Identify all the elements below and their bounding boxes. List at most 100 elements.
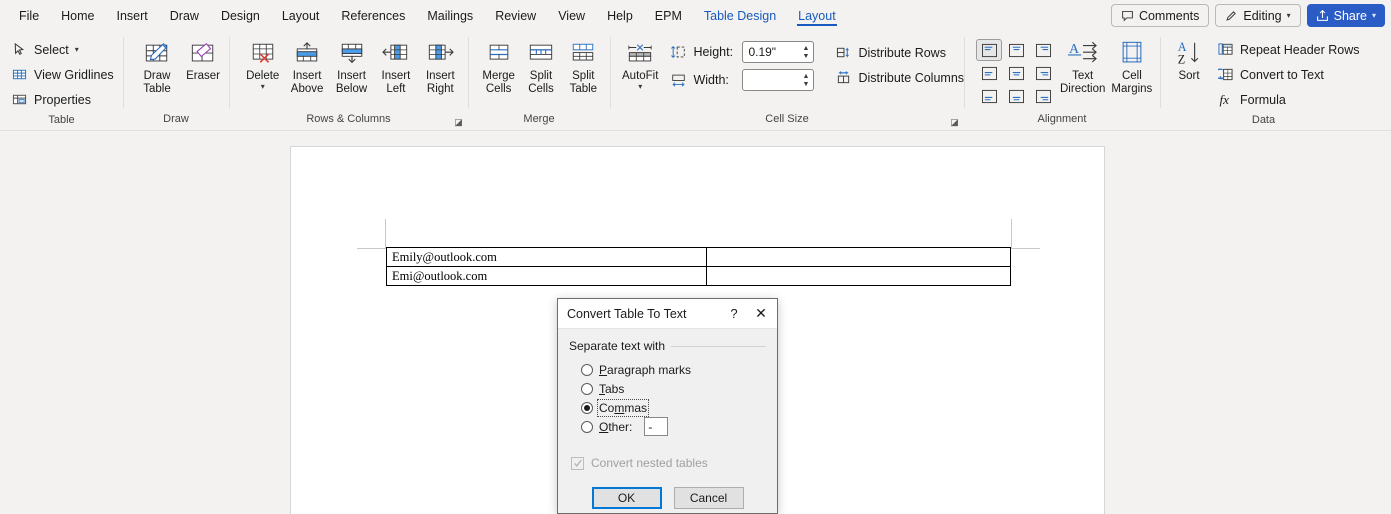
select-label: Select — [34, 42, 69, 57]
chevron-down-icon: ▾ — [74, 44, 79, 54]
option-label-tabs: Tabs — [599, 381, 625, 396]
tab-review[interactable]: Review — [484, 4, 547, 28]
cell-width-input[interactable]: ▲ ▼ — [742, 69, 815, 91]
cell-height-input[interactable]: 0.19" ▲ ▼ — [742, 41, 815, 63]
table-row[interactable]: Emi@outlook.com — [386, 266, 1011, 286]
tab-mailings[interactable]: Mailings — [416, 4, 484, 28]
option-label-other: Other: — [599, 419, 633, 434]
option-tabs[interactable]: Tabs — [569, 379, 766, 398]
tab-draw[interactable]: Draw — [159, 4, 210, 28]
tab-help[interactable]: Help — [596, 4, 644, 28]
repeat-header-rows-button[interactable]: Repeat Header Rows — [1212, 38, 1365, 61]
align-bottom-left-button[interactable] — [976, 85, 1002, 107]
formula-label: Formula — [1240, 92, 1286, 107]
cell-height-value: 0.19" — [748, 45, 777, 59]
convert-to-text-icon — [1217, 66, 1234, 83]
radio-other[interactable] — [581, 420, 593, 433]
align-top-center-button[interactable] — [1003, 39, 1029, 61]
comments-button[interactable]: Comments — [1110, 4, 1210, 27]
insert-left-button[interactable]: Insert Left — [374, 35, 417, 96]
ribbon-group-alignment: A Text Direction Cell Margins Alignment — [964, 31, 1160, 130]
cell-height-spinner[interactable]: ▲ ▼ — [803, 43, 810, 61]
align-middle-center-button[interactable] — [1003, 62, 1029, 84]
group-label-rows-columns: Rows & Columns — [306, 113, 391, 125]
option-commas[interactable]: Commas — [569, 398, 766, 417]
margin-mark-top-right-vertical — [1011, 219, 1012, 249]
margin-mark-top-left-vertical — [385, 219, 386, 249]
cancel-button[interactable]: Cancel — [673, 487, 744, 509]
column-width-icon — [668, 71, 688, 89]
radio-commas[interactable] — [581, 401, 593, 414]
cell-width-spinner[interactable]: ▲ ▼ — [803, 71, 810, 89]
comment-icon — [1121, 9, 1134, 22]
convert-nested-tables-label: Convert nested tables — [591, 456, 708, 470]
text-direction-label: Text Direction — [1060, 70, 1106, 95]
share-icon — [1316, 9, 1329, 22]
table-cell-email[interactable]: Emi@outlook.com — [386, 266, 707, 286]
tab-insert[interactable]: Insert — [106, 4, 159, 28]
cell-margins-button[interactable]: Cell Margins — [1109, 35, 1154, 96]
text-direction-button[interactable]: A Text Direction — [1058, 35, 1107, 96]
svg-text:fx: fx — [1219, 92, 1229, 107]
table-properties-button[interactable]: Properties — [6, 88, 119, 111]
split-cells-button[interactable]: Split Cells — [520, 35, 561, 96]
ribbon: Select ▾ View Gridlines Properties Table… — [0, 31, 1391, 131]
insert-above-button[interactable]: Insert Above — [285, 35, 328, 96]
tab-view[interactable]: View — [547, 4, 596, 28]
eraser-button[interactable]: Eraser — [183, 35, 223, 83]
convert-to-text-button[interactable]: Convert to Text — [1212, 63, 1365, 86]
autofit-button[interactable]: AutoFit ▾ — [620, 35, 660, 91]
align-bottom-right-button[interactable] — [1030, 85, 1056, 107]
distribute-columns-button[interactable]: Distribute Columns — [830, 66, 969, 89]
distribute-rows-icon — [835, 44, 852, 61]
formula-button[interactable]: fx Formula — [1212, 88, 1365, 111]
table-row[interactable]: Emily@outlook.com — [386, 247, 1011, 267]
eraser-icon — [188, 38, 218, 70]
help-icon[interactable]: ? — [721, 306, 747, 321]
share-button[interactable]: Share ▾ — [1306, 4, 1385, 27]
align-top-right-button[interactable] — [1030, 39, 1056, 61]
editing-label: Editing — [1243, 8, 1282, 23]
other-separator-input[interactable]: - — [644, 417, 669, 436]
merge-cells-button[interactable]: Merge Cells — [478, 35, 519, 96]
view-gridlines-button[interactable]: View Gridlines — [6, 63, 119, 86]
tab-file[interactable]: File — [8, 4, 50, 28]
split-table-button[interactable]: Split Table — [563, 35, 604, 96]
editing-mode-button[interactable]: Editing ▾ — [1215, 4, 1301, 27]
margin-mark-top-right-horizontal — [1011, 248, 1040, 249]
align-top-left-button[interactable] — [976, 39, 1002, 61]
tab-table-design[interactable]: Table Design — [693, 4, 787, 28]
insert-below-button[interactable]: Insert Below — [330, 35, 373, 96]
align-middle-left-button[interactable] — [976, 62, 1002, 84]
tab-references[interactable]: References — [330, 4, 416, 28]
table-cell-empty[interactable] — [706, 266, 1011, 286]
dialog-title-bar[interactable]: Convert Table To Text ? ✕ — [558, 299, 777, 329]
split-table-icon — [568, 38, 598, 70]
tab-table-layout[interactable]: Layout — [787, 4, 847, 28]
radio-tabs[interactable] — [581, 382, 593, 395]
close-icon[interactable]: ✕ — [747, 305, 775, 322]
convert-table-to-text-dialog[interactable]: Convert Table To Text ? ✕ Separate text … — [557, 298, 778, 514]
align-bottom-center-button[interactable] — [1003, 85, 1029, 107]
tab-epm[interactable]: EPM — [644, 4, 693, 28]
radio-paragraph-marks[interactable] — [581, 363, 593, 376]
tab-home[interactable]: Home — [50, 4, 105, 28]
view-gridlines-label: View Gridlines — [34, 67, 114, 82]
option-paragraph-marks[interactable]: Paragraph marks — [569, 360, 766, 379]
table-cell-empty[interactable] — [706, 247, 1011, 267]
draw-table-button[interactable]: Draw Table — [137, 35, 177, 96]
tab-design[interactable]: Design — [210, 4, 271, 28]
align-middle-right-button[interactable] — [1030, 62, 1056, 84]
ok-button[interactable]: OK — [591, 487, 662, 509]
delete-table-button[interactable]: Delete ▾ — [241, 35, 284, 91]
insert-right-button[interactable]: Insert Right — [419, 35, 462, 96]
distribute-rows-button[interactable]: Distribute Rows — [830, 41, 969, 64]
tab-layout[interactable]: Layout — [271, 4, 331, 28]
rows-columns-dialog-launcher[interactable]: ◪ — [453, 117, 464, 128]
table-cell-email[interactable]: Emily@outlook.com — [386, 247, 707, 267]
sort-button[interactable]: A Z Sort — [1172, 35, 1206, 83]
document-table[interactable]: Emily@outlook.com Emi@outlook.com — [386, 247, 1011, 286]
option-other[interactable]: Other: - — [569, 417, 766, 436]
cell-size-dialog-launcher[interactable]: ◪ — [949, 117, 960, 128]
select-button[interactable]: Select ▾ — [6, 38, 119, 61]
